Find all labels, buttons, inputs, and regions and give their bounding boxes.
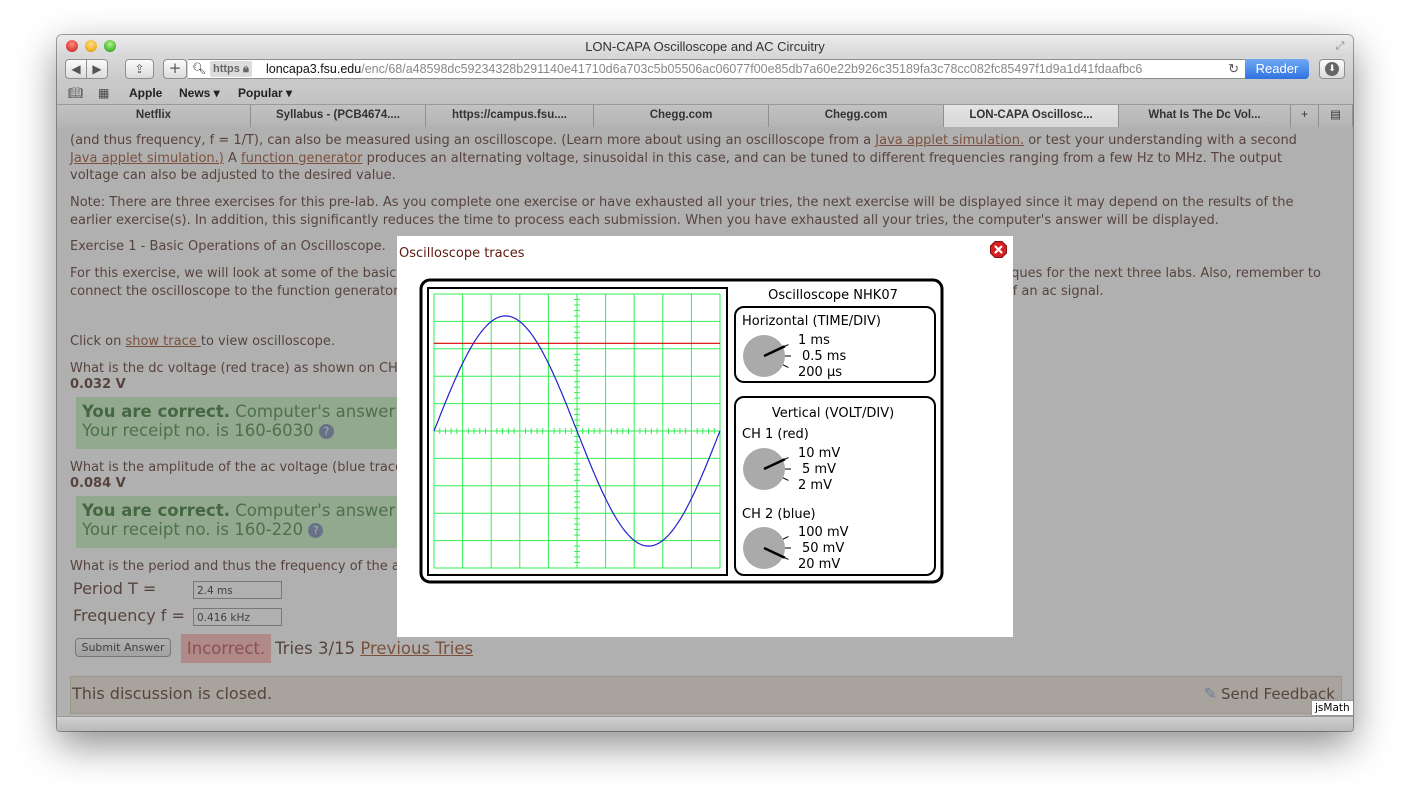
status-bar bbox=[57, 716, 1353, 731]
bookmark-popular[interactable]: Popular ▾ bbox=[238, 86, 292, 100]
window-title: LON-CAPA Oscilloscope and AC Circuitry bbox=[585, 39, 825, 54]
back-button[interactable]: ◀ bbox=[65, 59, 87, 79]
forward-arrow-icon: ▶ bbox=[92, 62, 102, 76]
tab-campus[interactable]: https://campus.fsu.... bbox=[426, 105, 594, 127]
ch1-knob-option: 2 mV bbox=[798, 478, 832, 493]
reload-icon[interactable]: ↻ bbox=[1228, 60, 1239, 78]
reader-button[interactable]: Reader bbox=[1245, 59, 1309, 79]
share-button[interactable]: ⇪ bbox=[125, 59, 154, 79]
tab-chegg-1[interactable]: Chegg.com bbox=[594, 105, 769, 127]
fullscreen-icon[interactable]: ⤢ bbox=[1333, 39, 1347, 53]
oscilloscope: Oscilloscope NHK07 Horizontal (TIME/DIV)… bbox=[419, 278, 944, 584]
plus-icon: + bbox=[1301, 109, 1308, 121]
bookmarks-bar: 📖︎ ▦ Apple News ▾ Popular ▾ bbox=[57, 83, 1353, 104]
horizontal-knob-option: 200 µs bbox=[798, 365, 842, 380]
scope-name: Oscilloscope NHK07 bbox=[768, 288, 898, 303]
ch2-label: CH 2 (blue) bbox=[742, 507, 816, 522]
tab-chegg-2[interactable]: Chegg.com bbox=[769, 105, 944, 127]
jsmath-button[interactable]: jsMath bbox=[1311, 700, 1353, 716]
tab-syllabus[interactable]: Syllabus - (PCB4674.... bbox=[251, 105, 426, 127]
downloads-button[interactable]: ⬇ bbox=[1319, 59, 1345, 79]
toolbar: ◀ ▶ ⇪ + 🔍︎ https 🔒︎ loncapa3.fsu.edu/enc… bbox=[57, 57, 1353, 83]
bookmark-news[interactable]: News ▾ bbox=[179, 86, 220, 100]
oscilloscope-dialog: Oscilloscope traces Oscilloscope NHK07 H… bbox=[397, 236, 1013, 637]
address-bar[interactable]: 🔍︎ https 🔒︎ loncapa3.fsu.edu/enc/68/a485… bbox=[188, 59, 1246, 79]
new-tab-button[interactable]: + bbox=[1291, 105, 1319, 127]
back-arrow-icon: ◀ bbox=[71, 62, 81, 76]
share-icon: ⇪ bbox=[134, 62, 145, 76]
tab-overview-button[interactable]: ▤ bbox=[1319, 105, 1353, 127]
ch2-knob-option: 100 mV bbox=[798, 525, 849, 540]
add-bookmark-button[interactable]: + bbox=[163, 59, 187, 79]
horizontal-title: Horizontal (TIME/DIV) bbox=[742, 314, 881, 329]
horizontal-knob-option: 1 ms bbox=[798, 333, 830, 348]
tab-loncapa[interactable]: LON-CAPA Oscillosc... bbox=[944, 105, 1119, 127]
horizontal-knob-option: 0.5 ms bbox=[802, 349, 846, 364]
forward-button[interactable]: ▶ bbox=[86, 59, 108, 79]
tab-dc-voltage[interactable]: What Is The Dc Vol... bbox=[1119, 105, 1291, 127]
top-sites-icon[interactable]: ▦ bbox=[98, 86, 109, 100]
ch1-knob-option: 5 mV bbox=[802, 462, 836, 477]
tab-netflix[interactable]: Netflix bbox=[57, 105, 251, 127]
site-identity-icon[interactable]: 🔍︎ bbox=[192, 62, 206, 76]
download-icon: ⬇ bbox=[1325, 62, 1339, 76]
bookmark-apple[interactable]: Apple bbox=[129, 86, 162, 100]
tab-overview-icon: ▤ bbox=[1330, 109, 1341, 121]
ch2-knob-option: 20 mV bbox=[798, 557, 840, 572]
ch1-knob-option: 10 mV bbox=[798, 446, 840, 461]
url-text[interactable]: loncapa3.fsu.edu/enc/68/a48598dc59234328… bbox=[266, 60, 1205, 78]
ch1-label: CH 1 (red) bbox=[742, 427, 809, 442]
lock-icon: 🔒︎ bbox=[242, 63, 249, 75]
tab-bar: Netflix Syllabus - (PCB4674.... https://… bbox=[57, 104, 1353, 127]
title-bar: LON-CAPA Oscilloscope and AC Circuitry ⤢ bbox=[57, 35, 1353, 57]
vertical-title: Vertical (VOLT/DIV) bbox=[772, 406, 894, 421]
reading-list-icon[interactable]: 📖︎ bbox=[68, 86, 83, 100]
https-badge: https 🔒︎ bbox=[210, 61, 252, 77]
ch2-knob-option: 50 mV bbox=[802, 541, 844, 556]
